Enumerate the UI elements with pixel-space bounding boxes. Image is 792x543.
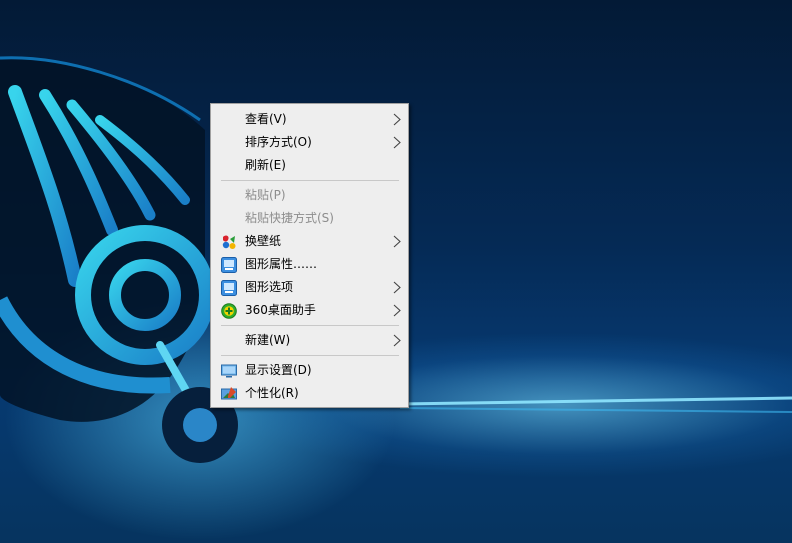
chevron-right-icon [393,136,401,149]
menu-item-graphics-properties[interactable]: 图形属性…… [212,253,407,276]
desktop-context-menu: 查看(V) 排序方式(O) 刷新(E) 粘贴(P) 粘贴快捷方式(S) 换壁纸 … [210,103,409,408]
menu-item-new[interactable]: 新建(W) [212,329,407,352]
personalize-icon [221,387,237,400]
menu-item-graphics-properties-label: 图形属性…… [245,257,318,271]
menu-item-360-desktop-helper[interactable]: 360桌面助手 [212,299,407,322]
chevron-right-icon [393,281,401,294]
wallpaper-app-icon [222,235,236,249]
menu-item-personalize[interactable]: 个性化(R) [212,382,407,405]
menu-item-display-settings-label: 显示设置(D) [245,363,312,377]
chevron-right-icon [393,304,401,317]
menu-item-view[interactable]: 查看(V) [212,108,407,131]
menu-item-graphics-options[interactable]: 图形选项 [212,276,407,299]
menu-item-wallpaper-label: 换壁纸 [245,234,282,248]
menu-item-wallpaper[interactable]: 换壁纸 [212,230,407,253]
menu-item-view-label: 查看(V) [245,112,287,126]
menu-separator [221,180,399,181]
monitor-icon [221,364,237,378]
menu-item-new-label: 新建(W) [245,333,291,347]
menu-item-paste[interactable]: 粘贴(P) [212,184,407,207]
menu-item-personalize-label: 个性化(R) [245,386,299,400]
intel-graphics-icon [221,280,237,296]
360-helper-icon [221,303,237,319]
menu-item-paste-shortcut[interactable]: 粘贴快捷方式(S) [212,207,407,230]
menu-item-paste-shortcut-label: 粘贴快捷方式(S) [245,211,334,225]
menu-item-refresh[interactable]: 刷新(E) [212,154,407,177]
menu-item-refresh-label: 刷新(E) [245,158,286,172]
menu-item-paste-label: 粘贴(P) [245,188,286,202]
menu-separator [221,325,399,326]
chevron-right-icon [393,334,401,347]
chevron-right-icon [393,235,401,248]
menu-item-sort[interactable]: 排序方式(O) [212,131,407,154]
intel-graphics-icon [221,257,237,273]
chevron-right-icon [393,113,401,126]
menu-item-sort-label: 排序方式(O) [245,135,312,149]
menu-item-graphics-options-label: 图形选项 [245,280,294,294]
menu-separator [221,355,399,356]
menu-item-360-desktop-helper-label: 360桌面助手 [245,303,316,317]
menu-item-display-settings[interactable]: 显示设置(D) [212,359,407,382]
